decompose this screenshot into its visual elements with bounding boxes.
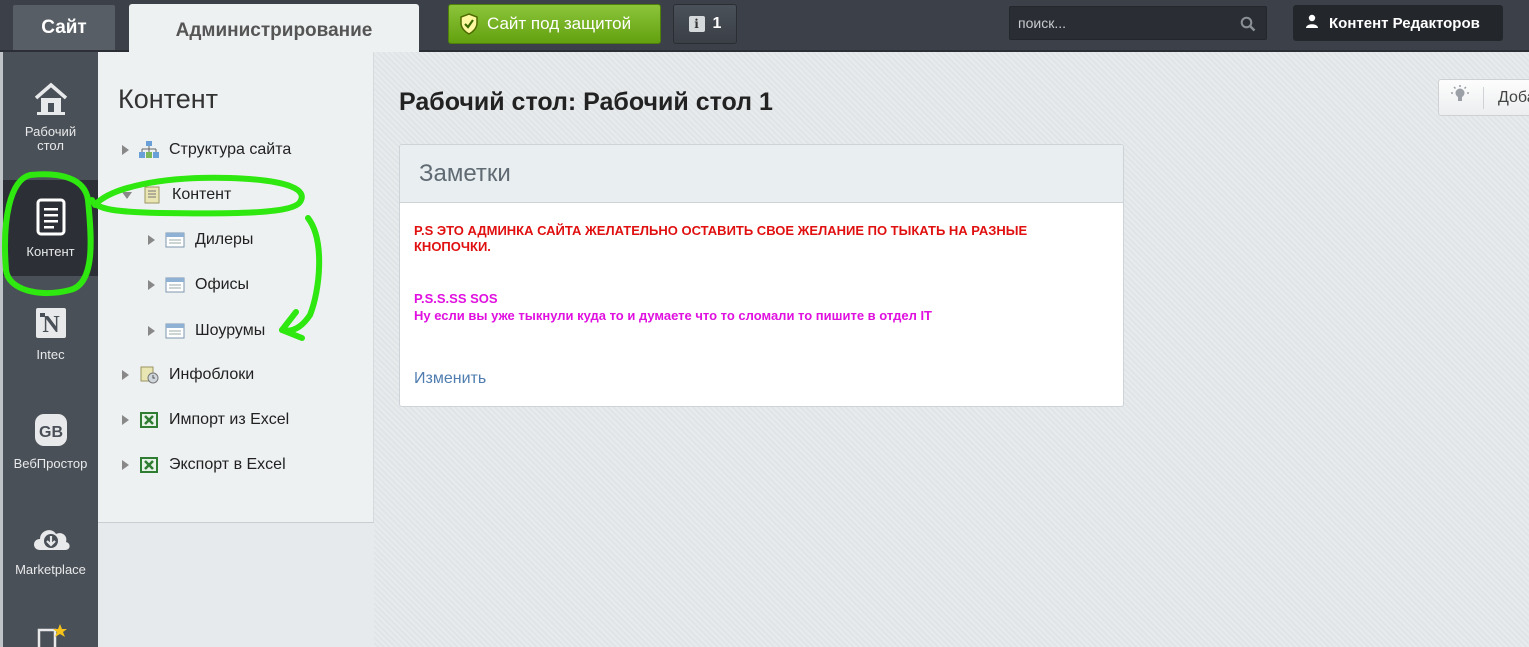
notifications-button[interactable]: i 1 bbox=[673, 4, 737, 44]
button-divider bbox=[1483, 86, 1484, 109]
note-red-text: P.S ЭТО АДМИНКА САЙТА ЖЕЛАТЕЛЬНО ОСТАВИТ… bbox=[414, 223, 1028, 254]
page-title: Рабочий стол: Рабочий стол 1 bbox=[399, 88, 773, 116]
tree-item-infoblocks[interactable]: Инфоблоки bbox=[122, 366, 254, 384]
infoblocks-icon bbox=[139, 366, 159, 384]
home-icon bbox=[3, 82, 98, 119]
intec-icon: N bbox=[3, 307, 98, 342]
edit-notes-link[interactable]: Изменить bbox=[414, 370, 486, 388]
user-name: Контент Редакторов bbox=[1329, 14, 1480, 32]
tree-item-import-excel-label: Импорт из Excel bbox=[169, 411, 290, 428]
tree-item-content[interactable]: Контент bbox=[122, 186, 231, 204]
site-structure-icon bbox=[139, 141, 159, 159]
expand-arrow-icon[interactable] bbox=[122, 460, 129, 470]
menu-item-marketplace-label: Marketplace bbox=[15, 562, 86, 577]
tree-item-site-structure-label: Структура сайта bbox=[169, 141, 292, 158]
tree-item-dealers[interactable]: Дилеры bbox=[148, 231, 253, 249]
tree-item-showrooms-label: Шоурумы bbox=[195, 322, 266, 339]
tree-item-offices-label: Офисы bbox=[195, 276, 250, 293]
content-icon bbox=[142, 186, 162, 204]
menu-item-desktop-label2: стол bbox=[37, 138, 64, 153]
table-icon bbox=[165, 231, 185, 249]
expand-arrow-icon[interactable] bbox=[148, 235, 155, 245]
user-menu-button[interactable]: Контент Редакторов bbox=[1293, 5, 1503, 41]
note-magenta-line1: P.S.S.SS SOS bbox=[414, 291, 498, 306]
lightbulb-icon bbox=[1451, 85, 1469, 110]
magic-wand-icon bbox=[3, 622, 98, 647]
menu-item-content[interactable]: Контент bbox=[3, 180, 98, 276]
main-area: Рабочий стол: Рабочий стол 1 Доба Заметк… bbox=[374, 52, 1529, 647]
expand-arrow-icon[interactable] bbox=[148, 326, 155, 336]
cloud-download-icon bbox=[3, 524, 98, 557]
svg-text:N: N bbox=[42, 312, 60, 338]
collapse-arrow-icon[interactable] bbox=[122, 191, 132, 199]
site-protected-label: Сайт под защитой bbox=[487, 14, 632, 33]
tree-item-export-excel[interactable]: Экспорт в Excel bbox=[122, 456, 286, 474]
tree-item-content-label: Контент bbox=[172, 186, 232, 203]
tree-item-showrooms[interactable]: Шоурумы bbox=[148, 322, 265, 340]
menu-item-desktop[interactable]: Рабочий стол bbox=[3, 82, 98, 153]
tree-item-import-excel[interactable]: Импорт из Excel bbox=[122, 411, 289, 429]
webprostor-icon: GB bbox=[3, 412, 98, 451]
notes-widget: Заметки P.S ЭТО АДМИНКА САЙТА ЖЕЛАТЕЛЬНО… bbox=[399, 144, 1124, 407]
tree-item-dealers-label: Дилеры bbox=[195, 231, 254, 248]
add-gadget-button[interactable]: Доба bbox=[1438, 79, 1529, 116]
menu-item-content-label: Контент bbox=[26, 244, 75, 259]
shield-check-icon bbox=[459, 13, 479, 35]
submenu-footer bbox=[98, 523, 374, 647]
search-box bbox=[1009, 6, 1267, 40]
table-icon bbox=[165, 276, 185, 294]
menu-item-webprostor[interactable]: GB ВебПростор bbox=[3, 412, 98, 471]
menu-item-intec[interactable]: N Intec bbox=[3, 307, 98, 362]
expand-arrow-icon[interactable] bbox=[122, 145, 129, 155]
search-input[interactable] bbox=[1018, 15, 1228, 31]
tab-administration[interactable]: Администрирование bbox=[129, 4, 419, 52]
user-icon bbox=[1305, 14, 1319, 32]
main-menu-bar: Рабочий стол Контент N Intec GB ВебПрост… bbox=[0, 52, 98, 647]
note-magenta-line2: Ну если вы уже тыкнули куда то и думаете… bbox=[414, 308, 932, 323]
svg-text:GB: GB bbox=[39, 424, 63, 441]
tree-item-offices[interactable]: Офисы bbox=[148, 276, 249, 294]
content-submenu: Контент Структура сайта Контент Дилеры О… bbox=[98, 52, 374, 647]
menu-item-desktop-label1: Рабочий bbox=[24, 124, 77, 139]
menu-item-intec-label: Intec bbox=[36, 347, 65, 362]
notes-widget-title: Заметки bbox=[400, 145, 1123, 203]
tree-item-infoblocks-label: Инфоблоки bbox=[169, 366, 255, 383]
submenu-title: Контент bbox=[118, 84, 219, 114]
menu-item-marketplace[interactable]: Marketplace bbox=[3, 524, 98, 577]
info-icon: i bbox=[688, 16, 705, 32]
site-protected-button[interactable]: Сайт под защитой bbox=[448, 4, 661, 44]
expand-arrow-icon[interactable] bbox=[148, 280, 155, 290]
tree-item-site-structure[interactable]: Структура сайта bbox=[122, 141, 291, 159]
tree-item-export-excel-label: Экспорт в Excel bbox=[169, 456, 286, 473]
expand-arrow-icon[interactable] bbox=[122, 370, 129, 380]
menu-item-webprostor-label: ВебПростор bbox=[13, 456, 88, 471]
document-icon bbox=[3, 198, 98, 239]
menu-item-extra[interactable] bbox=[3, 622, 98, 647]
add-gadget-label: Доба bbox=[1498, 88, 1529, 106]
expand-arrow-icon[interactable] bbox=[122, 415, 129, 425]
excel-icon bbox=[139, 411, 159, 429]
tab-site[interactable]: Сайт bbox=[13, 5, 115, 50]
top-bar: Сайт Администрирование Сайт под защитой … bbox=[0, 0, 1529, 52]
table-icon bbox=[165, 322, 185, 340]
notifications-count: 1 bbox=[712, 15, 722, 32]
search-icon[interactable] bbox=[1240, 16, 1256, 32]
excel-icon bbox=[139, 456, 159, 474]
